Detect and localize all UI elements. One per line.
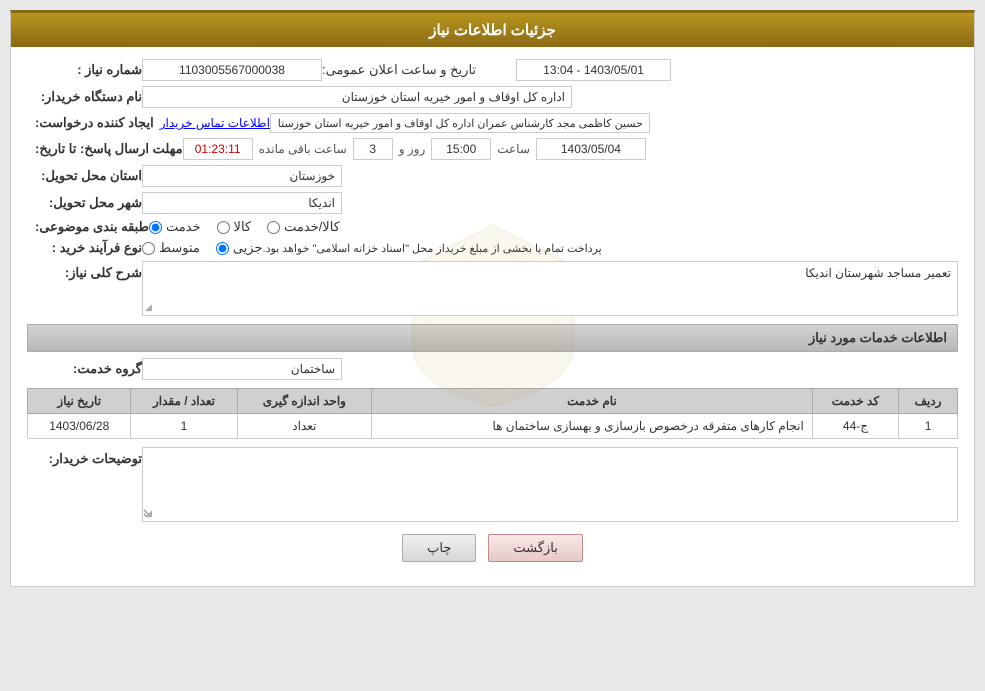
table-cell: 1: [131, 414, 237, 439]
process-option-minor[interactable]: جزیی: [216, 240, 263, 256]
buyer-notes-section: توضیحات خریدار: ◢: [27, 447, 958, 522]
category-option-both[interactable]: کالا/خدمت: [267, 219, 340, 235]
creator-input[interactable]: [270, 113, 650, 133]
description-text: تعمیر مساجد شهرستان اندیکا: [143, 262, 957, 284]
process-radio-minor[interactable]: [216, 242, 229, 255]
city-input[interactable]: [142, 192, 342, 214]
notes-resize-icon: ◢: [145, 508, 152, 519]
col-date: تاریخ نیاز: [28, 389, 131, 414]
col-quantity: تعداد / مقدار: [131, 389, 237, 414]
page-title: جزئیات اطلاعات نیاز: [11, 13, 974, 47]
city-row: شهر محل تحویل:: [27, 192, 958, 214]
resize-handle-icon: ◢: [145, 302, 152, 313]
buyer-org-row: نام دستگاه خریدار:: [27, 86, 958, 108]
deadline-date-input[interactable]: [536, 138, 646, 160]
buyer-notes-textarea[interactable]: [143, 448, 957, 518]
deadline-row: مهلت ارسال پاسخ: تا تاریخ: ساعت روز و سا…: [27, 138, 958, 160]
category-label: طبقه بندی موضوعی:: [27, 219, 149, 235]
category-option-service[interactable]: خدمت: [149, 219, 201, 235]
process-option-partial[interactable]: متوسط: [142, 240, 200, 256]
process-radio-partial[interactable]: [142, 242, 155, 255]
table-row: 1ج-44انجام کارهای متفرقه درخصوص بازسازی …: [28, 414, 958, 439]
deadline-day-label: روز و: [399, 142, 426, 156]
col-unit: واحد اندازه گیری: [237, 389, 372, 414]
order-number-label: شماره نیاز :: [27, 62, 142, 78]
back-button[interactable]: بازگشت: [488, 534, 582, 562]
category-radio-both[interactable]: [267, 221, 280, 234]
deadline-time-input[interactable]: [431, 138, 491, 160]
category-radio-service[interactable]: [149, 221, 162, 234]
table-cell: تعداد: [237, 414, 372, 439]
announcement-date-label: تاریخ و ساعت اعلان عمومی:: [322, 62, 476, 78]
group-row: گروه خدمت:: [27, 358, 958, 380]
province-row: استان محل تحویل:: [27, 165, 958, 187]
partial-label: متوسط: [159, 240, 200, 256]
button-row: بازگشت چاپ: [27, 534, 958, 574]
process-row: نوع فرآیند خرید : متوسط جزیی پرداخت تمام…: [27, 240, 958, 256]
services-section-title: اطلاعات خدمات مورد نیاز: [27, 324, 958, 352]
table-cell: انجام کارهای متفرقه درخصوص بازسازی و بهس…: [372, 414, 813, 439]
group-input[interactable]: [142, 358, 342, 380]
buyer-notes-label: توضیحات خریدار:: [27, 447, 142, 467]
creator-contact-link[interactable]: اطلاعات تماس خریدار: [160, 116, 270, 130]
process-radio-group: متوسط جزیی: [142, 240, 263, 256]
table-cell: 1403/06/28: [28, 414, 131, 439]
goods-label: کالا: [234, 219, 252, 235]
creator-label: ایجاد کننده درخواست:: [27, 115, 154, 131]
service-label: خدمت: [166, 219, 201, 235]
description-label: شرح کلی نیاز:: [27, 261, 142, 281]
province-input[interactable]: [142, 165, 342, 187]
category-row: طبقه بندی موضوعی: خدمت کالا کالا/خدمت: [27, 219, 958, 235]
category-radio-goods[interactable]: [217, 221, 230, 234]
buyer-org-input[interactable]: [142, 86, 572, 108]
col-row-num: ردیف: [899, 389, 958, 414]
col-service-name: نام خدمت: [372, 389, 813, 414]
description-section: شرح کلی نیاز: تعمیر مساجد شهرستان اندیکا…: [27, 261, 958, 316]
print-button[interactable]: چاپ: [402, 534, 476, 562]
process-note: پرداخت تمام یا بخشی از مبلغ خریداز محل "…: [263, 242, 602, 255]
col-service-code: کد خدمت: [812, 389, 898, 414]
deadline-remaining-label: ساعت باقی مانده: [259, 142, 347, 156]
both-label: کالا/خدمت: [284, 219, 340, 235]
deadline-time-label: ساعت: [497, 142, 530, 156]
group-label: گروه خدمت:: [27, 361, 142, 377]
deadline-label: مهلت ارسال پاسخ: تا تاریخ:: [27, 141, 183, 157]
buyer-org-label: نام دستگاه خریدار:: [27, 89, 142, 105]
creator-row: ایجاد کننده درخواست: اطلاعات تماس خریدار: [27, 113, 958, 133]
city-label: شهر محل تحویل:: [27, 195, 142, 211]
category-radio-group: خدمت کالا کالا/خدمت: [149, 219, 340, 235]
minor-label: جزیی: [233, 240, 263, 256]
order-number-input[interactable]: [142, 59, 322, 81]
services-table: ردیف کد خدمت نام خدمت واحد اندازه گیری ت…: [27, 388, 958, 439]
deadline-days-input[interactable]: [353, 138, 393, 160]
category-option-goods[interactable]: کالا: [217, 219, 252, 235]
process-label: نوع فرآیند خرید :: [27, 240, 142, 256]
province-label: استان محل تحویل:: [27, 168, 142, 184]
table-cell: 1: [899, 414, 958, 439]
deadline-remaining-input[interactable]: [183, 138, 253, 160]
announcement-date-input[interactable]: [516, 59, 671, 81]
table-cell: ج-44: [812, 414, 898, 439]
order-number-row: شماره نیاز : تاریخ و ساعت اعلان عمومی:: [27, 59, 958, 81]
